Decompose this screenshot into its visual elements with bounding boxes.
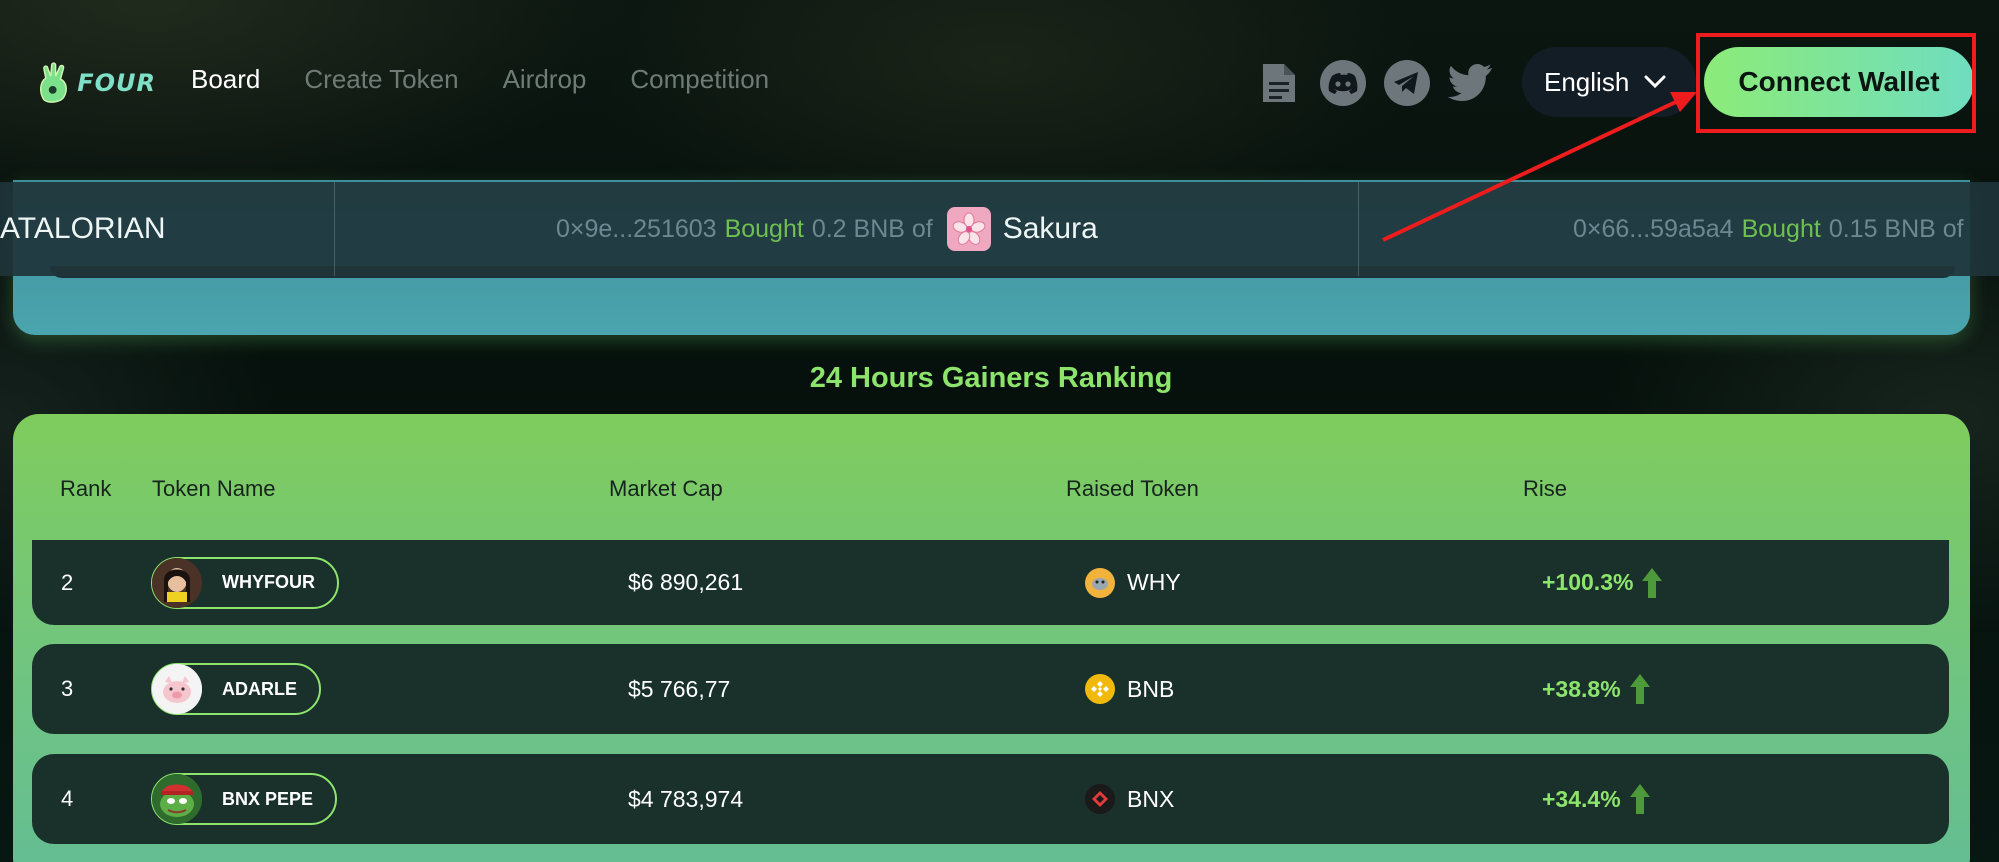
ticker-item[interactable]: 0×9e...251603 Bought 0.2 BNB of Sakura	[556, 182, 1098, 276]
token-cell: BNX PEPE	[151, 754, 338, 844]
table-header: Rank Token Name Market Cap Raised Token …	[13, 476, 1970, 506]
ticker-item[interactable]: 0×66...59a5a4 Bought 0.15 BNB of	[1573, 182, 1964, 276]
telegram-icon[interactable]	[1384, 60, 1430, 106]
rank-number: 4	[61, 786, 74, 811]
ticker-address: 0×9e...251603	[556, 214, 717, 243]
table-row[interactable]: 2 WHYFOUR $6 890,261 WHY +100.3%	[32, 540, 1949, 625]
sakura-token-icon	[946, 207, 991, 251]
raised-token-cell: BNB	[1085, 644, 1174, 734]
token-name: ADARLE	[222, 678, 297, 699]
bnb-coin-icon	[1085, 674, 1115, 704]
rise-value: +100.3%	[1542, 569, 1634, 595]
chevron-down-icon	[1644, 75, 1666, 89]
header-token-name: Token Name	[152, 476, 276, 501]
token-pill[interactable]: ADARLE	[151, 663, 321, 715]
rise-cell: +34.4%	[1542, 754, 1651, 844]
rise-value: +38.8%	[1542, 675, 1621, 702]
token-name: WHYFOUR	[222, 572, 315, 592]
ticker-divider	[1358, 182, 1359, 276]
token-avatar	[152, 774, 202, 824]
market-cap: $6 890,261	[628, 569, 744, 595]
token-cell: ADARLE	[151, 644, 321, 734]
four-hand-logo-icon	[40, 62, 67, 103]
nav-board[interactable]: Board	[191, 64, 260, 95]
market-cap: $4 783,974	[628, 785, 744, 812]
arrow-up-icon	[1629, 674, 1650, 704]
ticker-divider	[334, 182, 335, 276]
ticker-token: Sakura	[1002, 212, 1098, 245]
ticker-item[interactable]: ATALORIAN	[0, 182, 166, 276]
rank-number: 2	[61, 569, 74, 595]
header-raised-token: Raised Token	[1066, 476, 1199, 501]
header-rise: Rise	[1523, 476, 1568, 501]
raised-token-symbol: BNB	[1127, 675, 1175, 702]
brand-name: FOUR	[77, 69, 156, 97]
ticker-amount: 0.2 BNB of	[811, 214, 933, 243]
raised-token-symbol: WHY	[1127, 569, 1181, 595]
ranking-title: 24 Hours Gainers Ranking	[809, 362, 1173, 394]
twitter-icon[interactable]	[1448, 60, 1494, 106]
ticker-address: 0×66...59a5a4	[1573, 214, 1734, 243]
token-name: BNX PEPE	[222, 788, 314, 809]
why-coin-icon	[1085, 567, 1115, 598]
connect-wallet-button[interactable]: Connect Wallet	[1704, 47, 1974, 117]
raised-token-cell: BNX	[1085, 754, 1174, 844]
page: FOUR Board Create Token Airdrop Competit…	[0, 0, 1999, 862]
ticker-action: Bought	[724, 214, 804, 243]
table-row[interactable]: 4 BNX PEPE $4 783,974 BNX +34.4%	[32, 754, 1949, 844]
arrow-up-icon	[1629, 784, 1650, 814]
ranking-table: Rank Token Name Market Cap Raised Token …	[13, 414, 1970, 862]
nav-airdrop[interactable]: Airdrop	[503, 64, 587, 95]
header: FOUR Board Create Token Airdrop Competit…	[0, 0, 1999, 170]
language-label: English	[1544, 66, 1630, 97]
rise-cell: +100.3%	[1542, 540, 1663, 625]
raised-token-cell: WHY	[1085, 540, 1181, 625]
raised-token-symbol: BNX	[1127, 785, 1175, 812]
rise-cell: +38.8%	[1542, 644, 1651, 734]
table-row[interactable]: 3 ADARLE $5 766,77 BNB +38.8%	[32, 644, 1949, 734]
market-cap: $5 766,77	[628, 675, 731, 702]
ticker-action: Bought	[1741, 214, 1821, 243]
header-market-cap: Market Cap	[609, 476, 723, 501]
logo[interactable]: FOUR	[36, 62, 156, 104]
ticker-token: ATALORIAN	[0, 212, 166, 245]
token-avatar	[152, 557, 202, 608]
main-nav: Board Create Token Airdrop Competition	[191, 64, 769, 95]
social-links	[1256, 60, 1494, 106]
document-icon[interactable]	[1256, 60, 1302, 106]
rise-value: +34.4%	[1542, 785, 1621, 812]
nav-competition[interactable]: Competition	[630, 64, 769, 95]
header-rank: Rank	[60, 476, 112, 501]
token-avatar	[152, 664, 202, 714]
trade-ticker: ATALORIAN 0×9e...251603 Bought 0.2 BNB o…	[0, 182, 1999, 276]
nav-create-token[interactable]: Create Token	[304, 64, 458, 95]
arrow-up-icon	[1642, 567, 1663, 598]
discord-icon[interactable]	[1320, 60, 1366, 106]
token-cell: WHYFOUR	[151, 540, 339, 625]
rank-number: 3	[61, 676, 74, 701]
bnx-coin-icon	[1085, 784, 1115, 814]
token-pill[interactable]: WHYFOUR	[151, 556, 339, 609]
token-pill[interactable]: BNX PEPE	[151, 773, 338, 825]
language-selector[interactable]: English	[1522, 47, 1696, 117]
ticker-amount: 0.15 BNB of	[1828, 214, 1964, 243]
